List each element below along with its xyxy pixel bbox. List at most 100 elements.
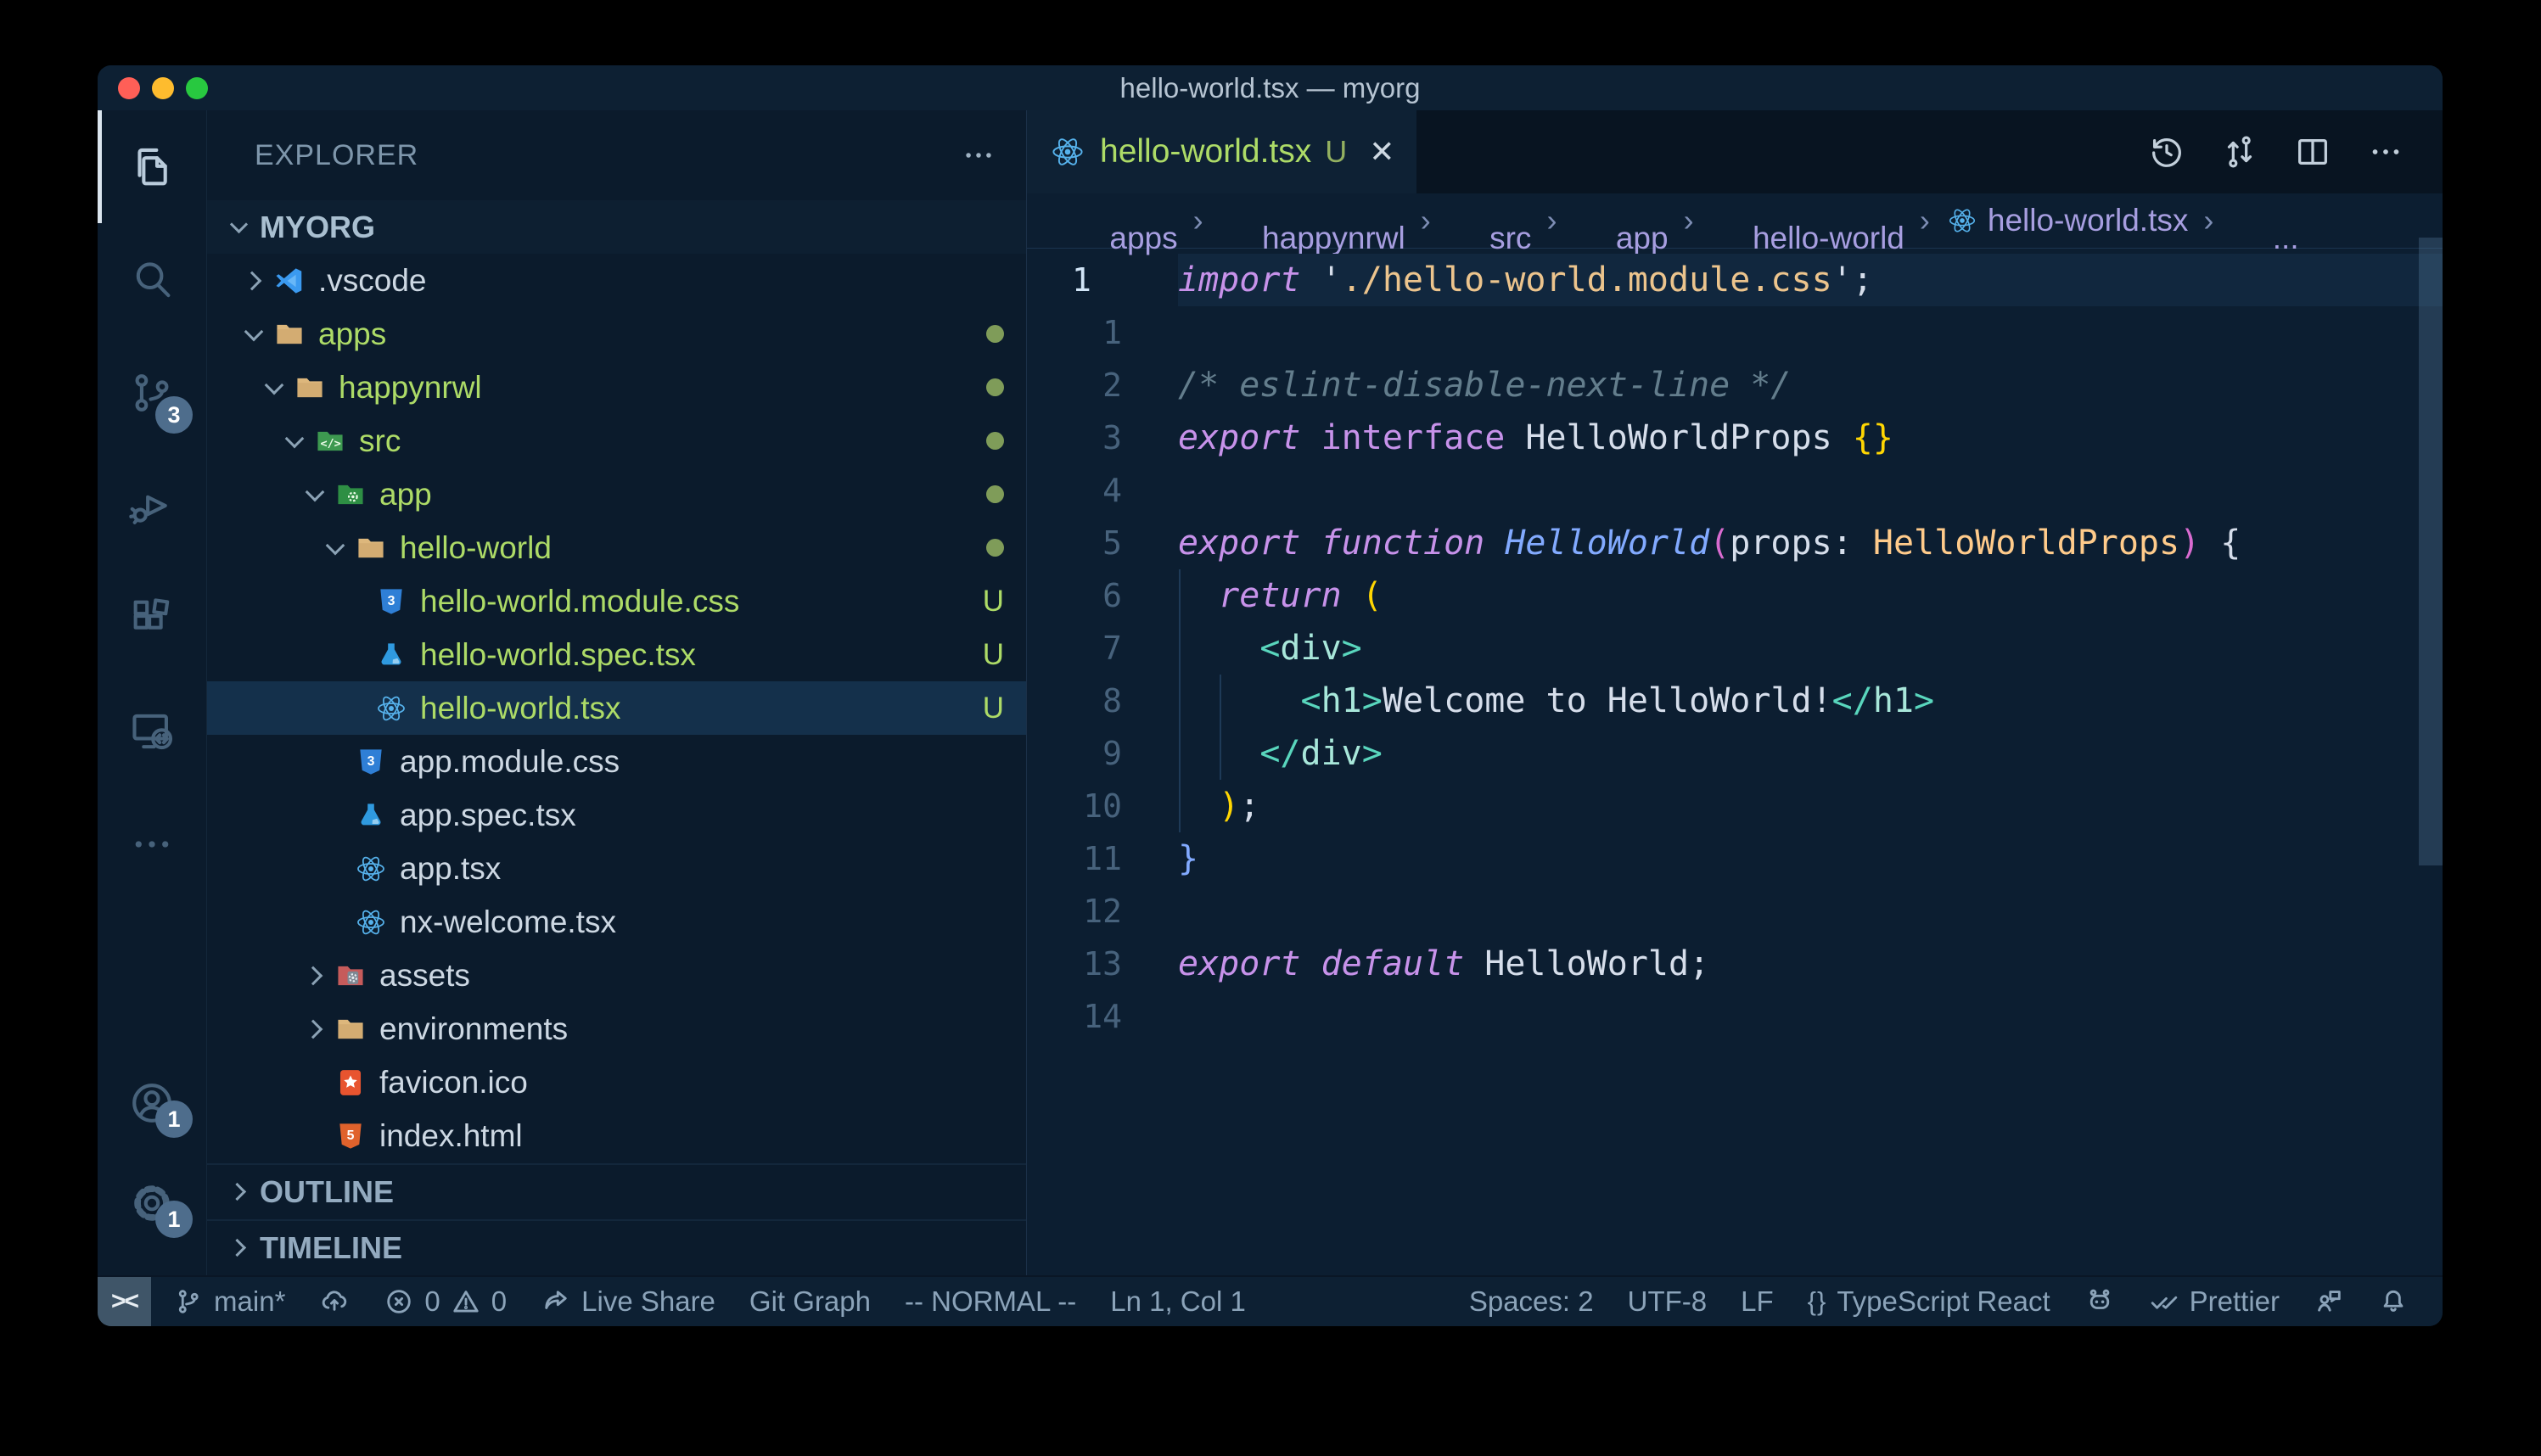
status-eol[interactable]: LF: [1724, 1277, 1791, 1326]
code-line[interactable]: 10 );: [1027, 780, 2443, 832]
more-actions-icon[interactable]: [2366, 132, 2405, 171]
error-icon: [384, 1286, 414, 1317]
workspace-section-header[interactable]: MYORG: [207, 200, 1026, 254]
git-untracked-badge: U: [983, 692, 1004, 725]
svg-text:3: 3: [367, 754, 375, 769]
tree-row-hello-world[interactable]: hello-world: [207, 521, 1026, 574]
badge: 1: [155, 1201, 193, 1238]
code-line[interactable]: 8 <h1>Welcome to HelloWorld!</h1>: [1027, 675, 2443, 727]
status-indentation[interactable]: Spaces: 2: [1452, 1277, 1611, 1326]
open-changes-icon[interactable]: [2147, 132, 2186, 171]
status-git-graph[interactable]: Git Graph: [732, 1277, 888, 1326]
code-line[interactable]: 3 export interface HelloWorldProps {}: [1027, 412, 2443, 464]
tree-row-app.tsx[interactable]: app.tsx: [207, 842, 1026, 895]
tree-row-nx-welcome.tsx[interactable]: nx-welcome.tsx: [207, 895, 1026, 949]
activity-item-run-debug[interactable]: [98, 449, 206, 562]
tree-row-hello-world.spec.tsx[interactable]: hello-world.spec.tsxU: [207, 628, 1026, 681]
chevron-right-icon: [300, 1013, 332, 1045]
breadcrumb-item[interactable]: apps: [1066, 185, 1178, 256]
outline-section-header[interactable]: OUTLINE: [207, 1163, 1026, 1219]
status-cursor-position[interactable]: Ln 1, Col 1: [1093, 1277, 1263, 1326]
tree-row-hello-world.module.css[interactable]: 3 hello-world.module.cssU: [207, 574, 1026, 628]
activity-item-source-control[interactable]: 3: [98, 336, 206, 449]
tree-row-src[interactable]: </> src: [207, 414, 1026, 468]
status-live-share[interactable]: Live Share: [524, 1277, 732, 1326]
breadcrumb-item[interactable]: src: [1446, 185, 1532, 256]
status-extension-robot[interactable]: [2067, 1277, 2132, 1326]
tree-row-app.module.css[interactable]: 3 app.module.css: [207, 735, 1026, 788]
timeline-section-header[interactable]: TIMELINE: [207, 1219, 1026, 1275]
badge: 1: [155, 1100, 193, 1138]
close-window-button[interactable]: [118, 77, 140, 99]
breadcrumb-item[interactable]: app: [1572, 185, 1668, 256]
tree-row-.vscode[interactable]: .vscode: [207, 254, 1026, 307]
code-line[interactable]: 11 }: [1027, 832, 2443, 885]
code-line[interactable]: 2 /* eslint-disable-next-line */: [1027, 359, 2443, 412]
activity-item-explorer[interactable]: [98, 110, 206, 223]
explorer-more-actions-icon[interactable]: [960, 137, 997, 174]
tree-row-environments[interactable]: environments: [207, 1002, 1026, 1056]
tree-row-index.html[interactable]: 5 index.html: [207, 1109, 1026, 1162]
status-prettier[interactable]: Prettier: [2132, 1277, 2297, 1326]
tree-row-happynrwl[interactable]: happynrwl: [207, 361, 1026, 414]
code-line[interactable]: 1: [1027, 306, 2443, 359]
breadcrumb-item[interactable]: happynrwl: [1219, 185, 1405, 256]
code-line[interactable]: 7 <div>: [1027, 622, 2443, 675]
editor-group: hello-world.tsx U ✕ apps› happynrwl› src…: [1027, 110, 2443, 1275]
split-editor-icon[interactable]: [2293, 132, 2332, 171]
tree-row-favicon.ico[interactable]: favicon.ico: [207, 1056, 1026, 1109]
editor-scrollbar[interactable]: [2419, 238, 2443, 865]
chevron-down-icon: [238, 318, 271, 350]
code-line[interactable]: 14: [1027, 990, 2443, 1043]
code-line[interactable]: 9 </div>: [1027, 727, 2443, 780]
activity-item-extensions[interactable]: [98, 562, 206, 675]
activity-item-settings[interactable]: 1: [98, 1153, 206, 1253]
code-line[interactable]: 13 export default HelloWorld;: [1027, 938, 2443, 990]
chevron-down-icon: [320, 532, 352, 564]
badge: 3: [155, 396, 193, 434]
tree-row-hello-world.tsx[interactable]: hello-world.tsxU: [207, 681, 1026, 735]
workspace-name: MYORG: [260, 210, 375, 245]
code-editor[interactable]: 1 import './hello-world.module.css'; 1 2…: [1027, 249, 2443, 1275]
tree-row-app.spec.tsx[interactable]: app.spec.tsx: [207, 788, 1026, 842]
activity-item-remote-explorer[interactable]: [98, 675, 206, 787]
status-git-branch[interactable]: main*: [156, 1277, 302, 1326]
folder-src-icon: </>: [311, 424, 349, 458]
code-line[interactable]: 4: [1027, 464, 2443, 517]
tab-hello-world-tsx[interactable]: hello-world.tsx U ✕: [1027, 110, 1416, 193]
code-line[interactable]: 1 import './hello-world.module.css';: [1027, 254, 2443, 306]
code-line[interactable]: 6 return (: [1027, 569, 2443, 622]
status-notifications[interactable]: [2361, 1277, 2426, 1326]
status-sync-publish[interactable]: [302, 1277, 367, 1326]
activity-item-search[interactable]: [98, 223, 206, 336]
tree-row-assets[interactable]: assets: [207, 949, 1026, 1002]
status-remote-indicator[interactable]: ><: [98, 1277, 151, 1326]
breadcrumb-item[interactable]: hello-world: [1709, 185, 1904, 256]
git-modified-dot: [986, 378, 1004, 396]
tree-row-app[interactable]: app: [207, 468, 1026, 521]
status-vim-mode[interactable]: -- NORMAL --: [888, 1277, 1093, 1326]
activity-item-accounts[interactable]: 1: [98, 1053, 206, 1153]
status-language-mode[interactable]: {}TypeScript React: [1791, 1277, 2067, 1326]
code-line[interactable]: 12: [1027, 885, 2443, 938]
status-bar: ><main* 00Live ShareGit Graph-- NORMAL --…: [98, 1275, 2443, 1326]
zoom-window-button[interactable]: [186, 77, 208, 99]
breadcrumb-item[interactable]: hello-world.tsx: [1945, 203, 2188, 238]
test-icon: [352, 798, 390, 832]
live-share-icon: [541, 1286, 571, 1317]
breadcrumb-item[interactable]: ...: [2229, 185, 2298, 256]
status-encoding[interactable]: UTF-8: [1611, 1277, 1725, 1326]
status-feedback[interactable]: [2297, 1277, 2361, 1326]
window-title: hello-world.tsx — myorg: [98, 72, 2443, 104]
line-number: 1: [1027, 261, 1178, 299]
files-icon: [127, 143, 177, 192]
line-number: 7: [1027, 630, 1178, 667]
breadcrumb-separator: ›: [1546, 203, 1557, 238]
activity-item-more-views[interactable]: [98, 787, 206, 900]
status-problems[interactable]: 00: [367, 1277, 524, 1326]
minimize-window-button[interactable]: [152, 77, 174, 99]
compare-changes-icon[interactable]: [2220, 132, 2259, 171]
tree-row-apps[interactable]: apps: [207, 307, 1026, 361]
code-line[interactable]: 5 export function HelloWorld(props: Hell…: [1027, 517, 2443, 569]
close-tab-icon[interactable]: ✕: [1369, 134, 1394, 170]
